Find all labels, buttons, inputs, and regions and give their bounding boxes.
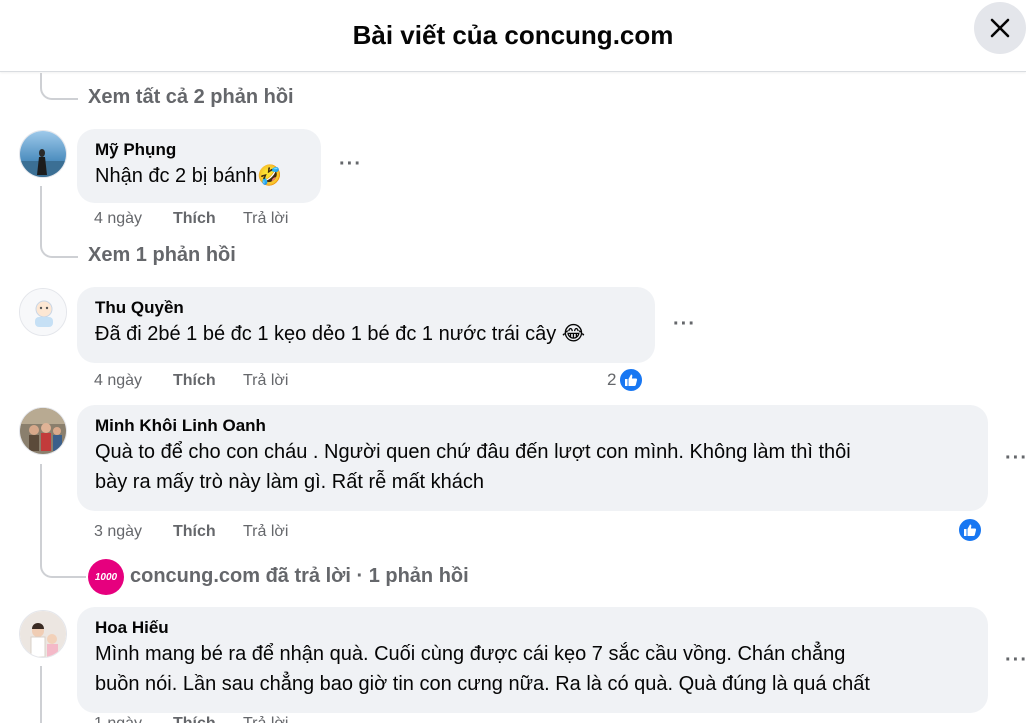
comment-text: Nhận đc 2 bị bánh🤣 xyxy=(95,165,283,187)
like-button[interactable]: Thích xyxy=(173,210,243,228)
comment-time[interactable]: 3 ngày xyxy=(94,523,173,541)
dialog-title: Bài viết của concung.com xyxy=(352,20,674,50)
comment-bubble: Thu Quyền Đã đi 2bé 1 bé đc 1 kẹo dẻo 1 … xyxy=(77,287,655,363)
see-all-replies-link[interactable]: Xem tất cả 2 phản hồi xyxy=(88,86,294,109)
comment-time[interactable]: 4 ngày xyxy=(94,372,173,390)
avatar-image xyxy=(20,611,66,657)
view-replies-link[interactable]: Xem 1 phản hồi xyxy=(88,244,236,267)
comment-author[interactable]: Thu Quyền xyxy=(95,297,641,319)
reply-button[interactable]: Trả lời xyxy=(243,210,288,228)
comment-author[interactable]: Minh Khôi Linh Oanh xyxy=(95,415,974,437)
comment-text: Đã đi 2bé 1 bé đc 1 kẹo dẻo 1 bé đc 1 nư… xyxy=(95,323,586,345)
comment-bubble: Minh Khôi Linh Oanh Quà to để cho con ch… xyxy=(77,405,988,511)
comment-time[interactable]: 1 ngày xyxy=(94,715,173,723)
avatar[interactable] xyxy=(19,610,67,658)
close-icon xyxy=(990,18,1010,38)
like-icon xyxy=(618,367,645,393)
avatar[interactable] xyxy=(19,130,67,178)
reply-button[interactable]: Trả lời xyxy=(243,523,288,541)
avatar-image xyxy=(20,408,66,454)
thread-connector xyxy=(40,238,78,258)
page-avatar[interactable]: 1000 xyxy=(88,559,124,595)
more-options-icon[interactable]: ··· xyxy=(673,313,696,336)
like-button[interactable]: Thích xyxy=(173,372,243,390)
comment-bubble: Hoa Hiếu Mình mang bé ra để nhận quà. Cu… xyxy=(77,607,988,713)
comment-text-line: bày ra mấy trò này làm gì. Rất rễ mất kh… xyxy=(95,471,485,493)
like-button[interactable]: Thích xyxy=(173,523,243,541)
comment-bubble: Mỹ Phụng Nhận đc 2 bị bánh🤣 xyxy=(77,129,321,203)
more-options-icon[interactable]: ··· xyxy=(1005,649,1026,672)
thread-connector xyxy=(40,553,86,578)
like-button[interactable]: Thích xyxy=(173,715,243,723)
reaction-summary[interactable] xyxy=(957,517,983,543)
more-options-icon[interactable]: ··· xyxy=(339,153,362,176)
page-logo-text: 1000 xyxy=(94,571,118,583)
reply-button[interactable]: Trả lời xyxy=(243,715,288,723)
avatar[interactable] xyxy=(19,407,67,455)
thread-connector xyxy=(40,186,42,246)
comment-text-line: buồn nói. Lần sau chẳng bao giờ tin con … xyxy=(95,673,870,695)
comment-time[interactable]: 4 ngày xyxy=(94,210,173,228)
more-options-icon[interactable]: ··· xyxy=(1005,447,1026,470)
thread-connector xyxy=(40,666,42,723)
avatar-image xyxy=(20,289,66,335)
avatar[interactable] xyxy=(19,288,67,336)
comment-actions: 3 ngày Thích Trả lời xyxy=(94,523,288,541)
reaction-count: 2 xyxy=(607,370,617,389)
dialog-header: Bài viết của concung.com xyxy=(0,0,1026,72)
comment-author[interactable]: Mỹ Phụng xyxy=(95,139,307,161)
thread-connector xyxy=(40,464,42,564)
reply-button[interactable]: Trả lời xyxy=(243,372,288,390)
avatar-image xyxy=(20,131,66,177)
comment-text-line: Quà to để cho con cháu . Người quen chứ … xyxy=(95,441,851,463)
comment-author[interactable]: Hoa Hiếu xyxy=(95,617,974,639)
thread-connector xyxy=(40,73,78,100)
comment-actions: 4 ngày Thích Trả lời xyxy=(94,210,288,228)
comment-actions: 1 ngày Thích Trả lời xyxy=(94,715,288,723)
page-reply-link[interactable]: concung.com đã trả lời · 1 phản hồi xyxy=(130,565,469,588)
comment-actions: 4 ngày Thích Trả lời xyxy=(94,372,288,390)
reaction-summary[interactable]: 2 xyxy=(607,367,645,393)
comment-text-line: Mình mang bé ra để nhận quà. Cuối cùng đ… xyxy=(95,643,846,665)
close-button[interactable] xyxy=(974,2,1026,54)
comment-thread: Xem tất cả 2 phản hồi Mỹ Phụng Nhận đc 2… xyxy=(0,73,1026,723)
like-icon xyxy=(957,517,983,543)
